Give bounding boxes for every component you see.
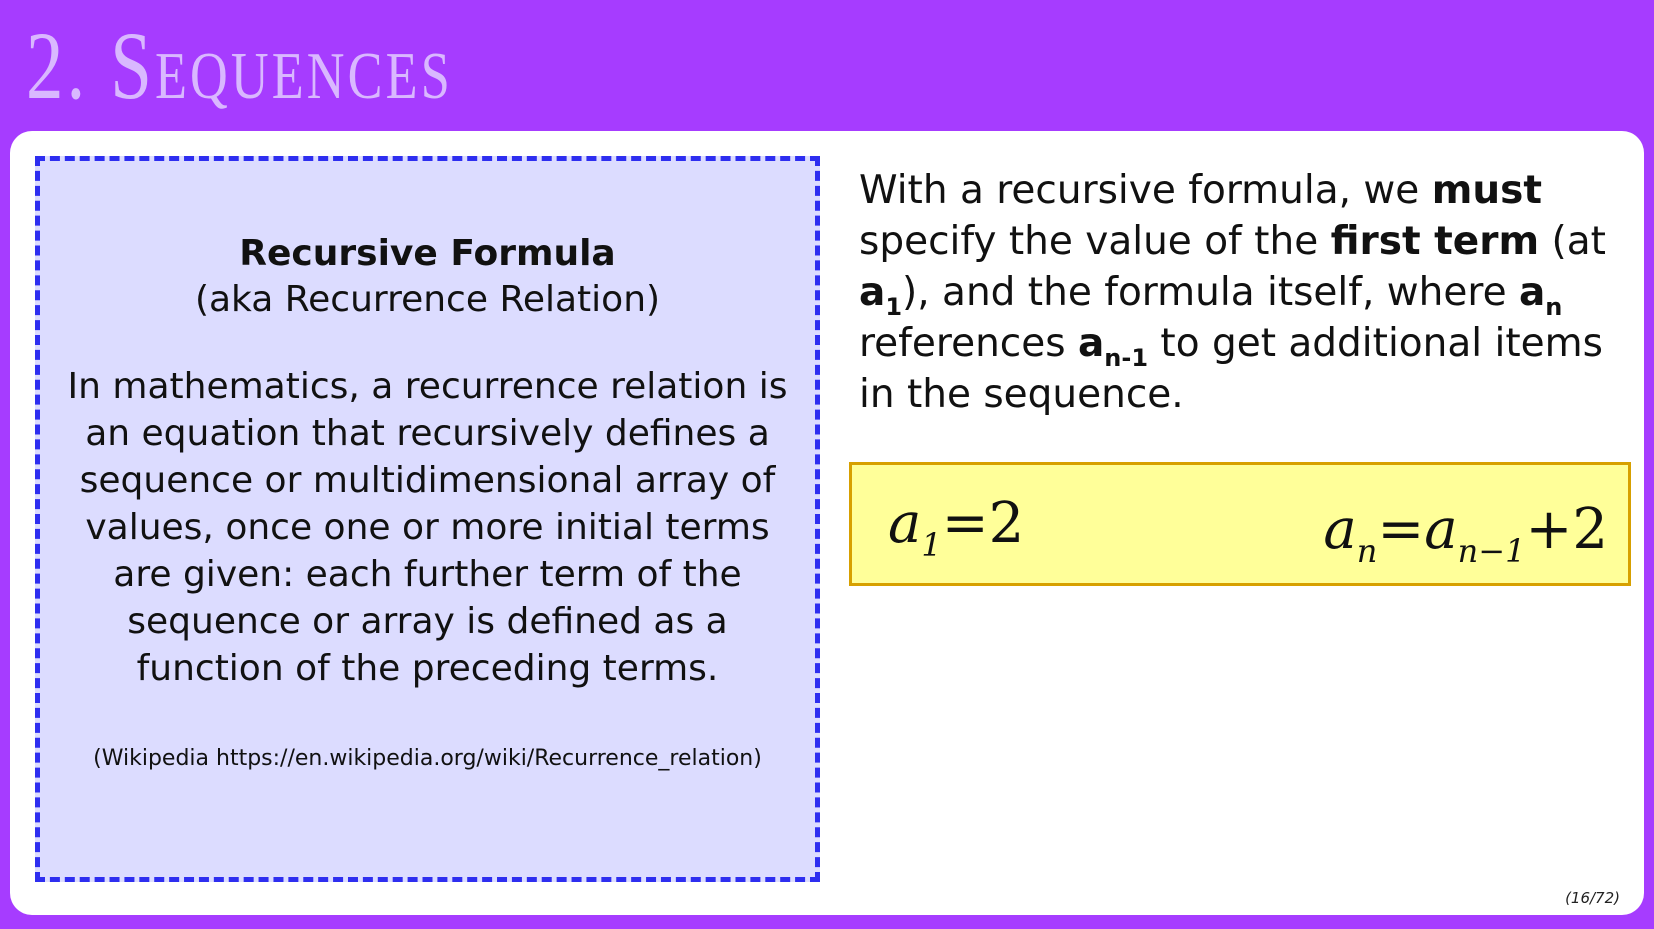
- explanation-must: must: [1431, 168, 1542, 213]
- explanation-part1: With a recursive formula, we: [859, 168, 1432, 213]
- definition-heading: Recursive Formula: [239, 233, 616, 274]
- explanation-a1-sub: 1: [885, 293, 903, 321]
- explanation-an-sub: n: [1545, 293, 1563, 321]
- formula-left-sub: 1: [921, 526, 942, 564]
- explanation-first-term: first term: [1330, 219, 1540, 264]
- explanation-part2: specify the value of the: [859, 219, 1331, 264]
- formula-right-sub: n: [1356, 532, 1378, 570]
- explanation-text: With a recursive formula, we must specif…: [859, 165, 1619, 420]
- formula-right-var: a: [1323, 497, 1357, 562]
- explanation-an-base: a: [1518, 270, 1546, 315]
- formula-right-eq: =: [1377, 497, 1425, 562]
- explanation-part4: ), and the formula itself, where: [902, 270, 1519, 315]
- page-number: (16/72): [1565, 889, 1620, 907]
- first-term-formula: a1=2: [888, 489, 1025, 561]
- formula-left-eq: =2: [941, 491, 1025, 556]
- formula-left-var: a: [888, 491, 922, 556]
- definition-source: (Wikipedia https://en.wikipedia.org/wiki…: [93, 746, 762, 771]
- explanation-part5: references: [859, 321, 1078, 366]
- formula-box: a1=2 an=an−1+2: [849, 462, 1631, 586]
- formula-right-tail: +2: [1525, 497, 1608, 562]
- explanation-an1-sub: n-1: [1104, 344, 1149, 372]
- slide-title: 2. Sequences: [26, 12, 453, 119]
- definition-box: Recursive Formula (aka Recurrence Relati…: [35, 156, 820, 882]
- explanation-a1-base: a: [859, 270, 886, 315]
- explanation-part3: (at: [1539, 219, 1606, 264]
- content-panel: Recursive Formula (aka Recurrence Relati…: [10, 131, 1644, 915]
- formula-right-var2: a: [1424, 497, 1458, 562]
- explanation-an1-base: a: [1077, 321, 1105, 366]
- definition-aka: (aka Recurrence Relation): [194, 279, 661, 320]
- formula-right-sub2: n−1: [1457, 532, 1526, 570]
- recursive-formula: an=an−1+2: [1323, 495, 1608, 567]
- definition-body: In mathematics, a recurrence relation is…: [67, 366, 788, 689]
